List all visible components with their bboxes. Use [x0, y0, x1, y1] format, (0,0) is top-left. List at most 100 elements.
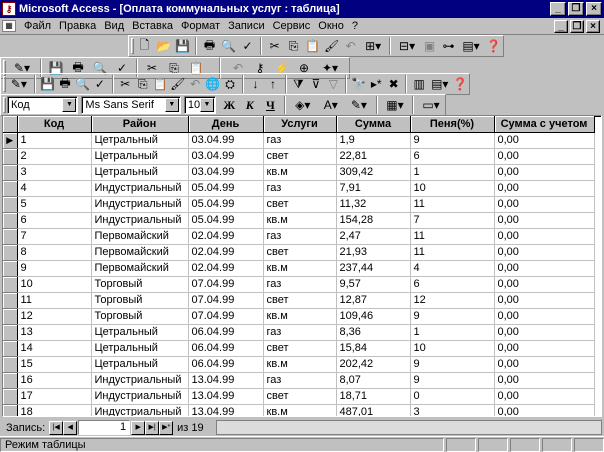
print-preview-icon[interactable]: 🔍: [219, 36, 238, 56]
properties-icon[interactable]: ▣: [420, 36, 439, 56]
new-object-icon[interactable]: ▤▾: [428, 74, 452, 94]
minimize-button[interactable]: _: [550, 2, 566, 16]
print-icon[interactable]: 🖶: [200, 36, 219, 56]
cell-amount[interactable]: 12,87: [336, 292, 411, 309]
cell-id[interactable]: 9: [17, 260, 92, 277]
close-button[interactable]: ×: [586, 2, 602, 16]
doc-restore-button[interactable]: ❐: [570, 19, 584, 33]
cell-id[interactable]: 10: [17, 276, 92, 293]
cell-district[interactable]: Цетральный: [91, 132, 189, 149]
cell-penalty[interactable]: 11: [410, 244, 495, 261]
cell-total[interactable]: 0,00: [494, 180, 595, 197]
cell-id[interactable]: 14: [17, 340, 92, 357]
cut-icon[interactable]: ✂: [117, 74, 134, 94]
row-selector[interactable]: [3, 324, 18, 341]
find-icon[interactable]: 🔭: [350, 74, 367, 94]
cell-id[interactable]: 18: [17, 404, 92, 416]
analyze-icon[interactable]: ⊶: [439, 36, 458, 56]
cell-service[interactable]: газ: [263, 132, 337, 149]
cell-amount[interactable]: 9,57: [336, 276, 411, 293]
row-selector[interactable]: [3, 180, 18, 197]
cell-district[interactable]: Цетральный: [91, 356, 189, 373]
menu-edit[interactable]: Правка: [55, 20, 100, 32]
cell-amount[interactable]: 2,47: [336, 228, 411, 245]
last-record-icon[interactable]: ▶|: [145, 420, 160, 435]
row-selector[interactable]: [3, 308, 18, 325]
cell-day[interactable]: 06.04.99: [188, 356, 264, 373]
cell-day[interactable]: 07.04.99: [188, 292, 264, 309]
cell-service[interactable]: кв.м: [263, 260, 337, 277]
cell-penalty[interactable]: 1: [410, 324, 495, 341]
cell-id[interactable]: 12: [17, 308, 92, 325]
column-header-service[interactable]: Услуги: [263, 116, 337, 133]
new-record-nav-icon[interactable]: ▶*: [159, 420, 174, 435]
gridlines-icon[interactable]: ▦▾: [381, 95, 409, 115]
cell-total[interactable]: 0,00: [494, 340, 595, 357]
cell-penalty[interactable]: 11: [410, 228, 495, 245]
cell-total[interactable]: 0,00: [494, 404, 595, 416]
cell-day[interactable]: 03.04.99: [188, 132, 264, 149]
row-selector[interactable]: [3, 244, 18, 261]
cell-penalty[interactable]: 10: [410, 180, 495, 197]
cell-id[interactable]: 3: [17, 164, 92, 181]
table-row[interactable]: 5 Индустриальный 05.04.99 свет 11,32 11 0,00: [3, 196, 595, 213]
cell-total[interactable]: 0,00: [494, 244, 595, 261]
menu-file[interactable]: Файл: [20, 20, 55, 32]
cut-icon[interactable]: ✂: [265, 36, 284, 56]
cell-service[interactable]: кв.м: [263, 308, 337, 325]
table-row[interactable]: 6 Индустриальный 05.04.99 кв.м 154,28 7 0,00: [3, 212, 595, 229]
cell-day[interactable]: 05.04.99: [188, 212, 264, 229]
cell-penalty[interactable]: 7: [410, 212, 495, 229]
cell-district[interactable]: Индустриальный: [91, 212, 189, 229]
cell-day[interactable]: 03.04.99: [188, 148, 264, 165]
cell-total[interactable]: 0,00: [494, 148, 595, 165]
row-selector[interactable]: ▶: [3, 132, 18, 149]
table-row[interactable]: 17 Индустриальный 13.04.99 свет 18,71 0 0,00: [3, 388, 595, 405]
cell-id[interactable]: 7: [17, 228, 92, 245]
row-selector[interactable]: [3, 356, 18, 373]
font-select[interactable]: Ms Sans Serif ▼: [81, 96, 181, 114]
cell-day[interactable]: 02.04.99: [188, 260, 264, 277]
cell-total[interactable]: 0,00: [494, 388, 595, 405]
cell-service[interactable]: свет: [263, 292, 337, 309]
cell-service[interactable]: свет: [263, 196, 337, 213]
doc-close-button[interactable]: ×: [586, 19, 600, 33]
cell-district[interactable]: Торговый: [91, 292, 189, 309]
hyperlink-icon[interactable]: 🌐: [204, 74, 221, 94]
cell-penalty[interactable]: 0: [410, 388, 495, 405]
chevron-down-icon[interactable]: ▼: [199, 98, 214, 112]
cell-total[interactable]: 0,00: [494, 196, 595, 213]
filter-by-form-icon[interactable]: ⊽: [307, 74, 324, 94]
cell-day[interactable]: 05.04.99: [188, 180, 264, 197]
select-all-corner[interactable]: [3, 116, 18, 133]
font-size-select[interactable]: 10 ▼: [183, 96, 216, 114]
cell-day[interactable]: 02.04.99: [188, 244, 264, 261]
menu-tools[interactable]: Сервис: [269, 20, 315, 32]
cell-district[interactable]: Торговый: [91, 276, 189, 293]
cell-id[interactable]: 8: [17, 244, 92, 261]
cell-id[interactable]: 4: [17, 180, 92, 197]
bold-button[interactable]: Ж: [219, 95, 240, 115]
cell-service[interactable]: газ: [263, 228, 337, 245]
cell-total[interactable]: 0,00: [494, 324, 595, 341]
cell-penalty[interactable]: 3: [410, 404, 495, 416]
cell-amount[interactable]: 18,71: [336, 388, 411, 405]
cell-district[interactable]: Первомайский: [91, 260, 189, 277]
cell-id[interactable]: 15: [17, 356, 92, 373]
cell-id[interactable]: 6: [17, 212, 92, 229]
cell-amount[interactable]: 15,84: [336, 340, 411, 357]
field-select[interactable]: Код ▼: [7, 96, 79, 114]
cell-total[interactable]: 0,00: [494, 212, 595, 229]
help-icon[interactable]: ❓: [452, 74, 469, 94]
column-header-total[interactable]: Сумма с учетом: [494, 116, 595, 133]
cell-service[interactable]: кв.м: [263, 356, 337, 373]
doc-minimize-button[interactable]: _: [554, 19, 568, 33]
cell-amount[interactable]: 237,44: [336, 260, 411, 277]
menu-format[interactable]: Формат: [177, 20, 224, 32]
save-icon[interactable]: 💾: [39, 74, 56, 94]
cell-id[interactable]: 17: [17, 388, 92, 405]
next-record-icon[interactable]: ▶: [131, 420, 146, 435]
horizontal-scrollbar[interactable]: [215, 420, 602, 435]
cell-id[interactable]: 5: [17, 196, 92, 213]
cell-day[interactable]: 13.04.99: [188, 372, 264, 389]
